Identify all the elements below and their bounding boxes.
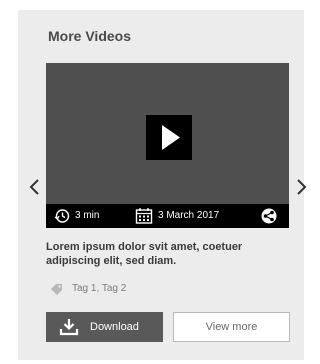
section-title: More Videos (48, 28, 131, 44)
chevron-left-icon[interactable] (29, 178, 41, 196)
tag-icon (51, 284, 62, 295)
download-icon (59, 319, 79, 336)
view-more-button[interactable]: View more (173, 312, 290, 342)
tags-text: Tag 1, Tag 2 (72, 283, 127, 294)
video-date: 3 March 2017 (158, 210, 220, 221)
download-button[interactable]: Download (46, 312, 163, 342)
calendar-icon (135, 208, 153, 224)
play-icon (162, 125, 180, 150)
video-duration: 3 min (75, 210, 100, 221)
share-icon[interactable] (261, 208, 277, 224)
more-videos-panel: More Videos 3 min 3 March 2017 Lorem ips… (18, 10, 304, 360)
video-description: Lorem ipsum dolor svit amet, coetuer adi… (46, 241, 243, 267)
video-meta-bar: 3 min 3 March 2017 (46, 204, 289, 228)
play-button[interactable] (146, 115, 192, 160)
video-player[interactable]: 3 min 3 March 2017 (46, 63, 289, 228)
download-label: Download (90, 321, 139, 333)
clock-icon (54, 209, 70, 223)
chevron-right-icon[interactable] (295, 178, 307, 196)
